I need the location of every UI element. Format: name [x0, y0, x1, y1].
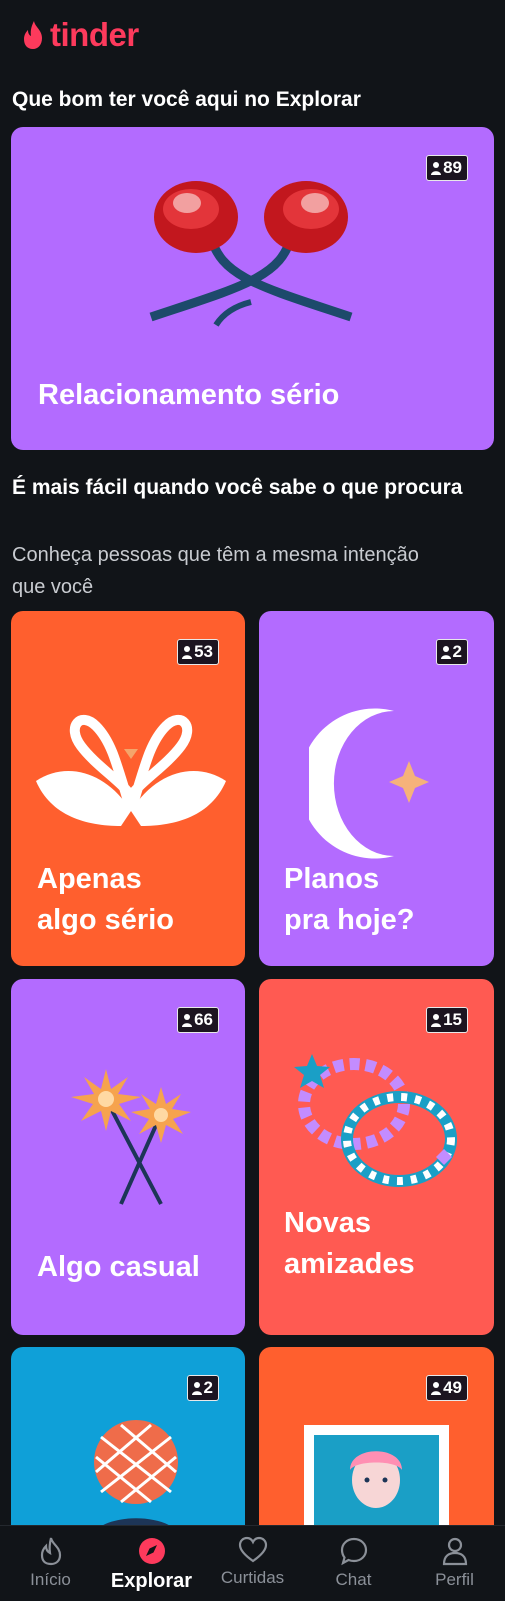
member-count: 15 — [443, 1010, 462, 1029]
member-count: 89 — [443, 158, 462, 177]
intent-card-planos-pra-hoje[interactable]: 2 Planos pra hoje? — [259, 611, 494, 966]
member-count-badge: 53 — [177, 639, 219, 665]
intent-card-title: Algo casual — [37, 1251, 200, 1283]
roses-illustration-icon — [149, 181, 353, 327]
swans-illustration-icon — [36, 715, 226, 826]
intent-card-algo-casual[interactable]: 66 Algo casual — [11, 979, 245, 1335]
member-count: 53 — [194, 642, 213, 661]
intent-section-title: É mais fácil quando você sabe o que proc… — [12, 476, 463, 499]
member-count: 49 — [443, 1378, 462, 1397]
nav-item-inicio[interactable]: Início — [0, 1526, 101, 1601]
member-count-badge: 89 — [426, 155, 468, 181]
person-icon — [431, 162, 442, 175]
member-count: 2 — [452, 642, 462, 661]
person-icon — [182, 1014, 193, 1027]
person-icon — [431, 1014, 442, 1027]
member-count-badge: 66 — [177, 1007, 219, 1033]
person-icon — [191, 1382, 202, 1395]
brand-name: tinder — [50, 16, 139, 53]
nav-item-chat[interactable]: Chat — [303, 1526, 404, 1601]
featured-card-relationship[interactable]: 89 Relacionamento sério — [11, 127, 494, 450]
person-icon — [182, 646, 193, 659]
person-icon — [431, 1382, 442, 1395]
flame-icon — [40, 1537, 61, 1566]
friendship-bracelets-illustration-icon — [294, 1054, 457, 1187]
member-count-badge: 15 — [426, 1007, 468, 1033]
nav-label: Curtidas — [220, 1568, 285, 1587]
nav-label: Perfil — [435, 1570, 474, 1589]
person-icon — [440, 646, 451, 659]
intent-card-apenas-algo-serio[interactable]: 53 Apenas algo sério — [11, 611, 245, 966]
member-count: 66 — [194, 1010, 213, 1029]
bottom-navigation: Início Explorar Curtidas Chat Perfil — [0, 1525, 505, 1601]
app-header: tinder — [22, 16, 139, 54]
member-count: 2 — [203, 1378, 213, 1397]
intent-card-title: Novas amizades — [284, 1207, 415, 1280]
intent-section-subtitle: Conheça pessoas que têm a mesma intenção… — [12, 544, 419, 598]
heart-icon — [238, 1536, 267, 1563]
member-count-badge: 2 — [186, 1375, 219, 1401]
nav-item-perfil[interactable]: Perfil — [404, 1526, 505, 1601]
intent-card-title: Planos pra hoje? — [284, 863, 415, 936]
nav-label: Explorar — [110, 1570, 193, 1592]
chat-bubble-icon — [340, 1537, 367, 1566]
member-count-badge: 49 — [426, 1375, 468, 1401]
member-count-badge: 2 — [435, 639, 468, 665]
sparklers-illustration-icon — [71, 1069, 191, 1205]
basket-head-illustration-icon — [91, 1420, 181, 1537]
portrait-frame-illustration-icon — [304, 1425, 449, 1535]
nav-item-explorar[interactable]: Explorar — [101, 1526, 202, 1601]
nav-label: Início — [30, 1570, 71, 1589]
intent-card-title: Apenas algo sério — [37, 863, 174, 936]
featured-card-title: Relacionamento sério — [38, 379, 340, 411]
nav-item-curtidas[interactable]: Curtidas — [202, 1526, 303, 1601]
nav-label: Chat — [335, 1570, 372, 1589]
intent-card-novas-amizades[interactable]: 15 Novas amizades — [259, 979, 494, 1335]
welcome-title: Que bom ter você aqui no Explorar — [12, 88, 361, 111]
compass-icon — [138, 1538, 165, 1564]
person-icon — [442, 1537, 467, 1566]
tinder-flame-logo-icon — [24, 21, 42, 49]
moon-star-illustration-icon — [309, 708, 429, 859]
